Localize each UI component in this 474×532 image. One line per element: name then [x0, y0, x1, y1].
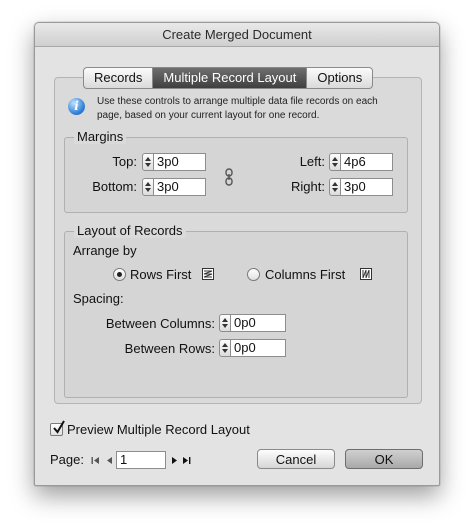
between-rows-input[interactable]: 0p0 [231, 339, 286, 357]
margin-top-field: 3p0 [142, 153, 206, 171]
ok-button[interactable]: OK [345, 449, 423, 469]
info-icon: i [68, 98, 85, 115]
preview-label[interactable]: Preview Multiple Record Layout [67, 422, 250, 437]
columns-first-radio[interactable] [247, 268, 260, 281]
rows-first-label[interactable]: Rows First [130, 267, 191, 282]
margin-top-input[interactable]: 3p0 [154, 153, 206, 171]
tab-records[interactable]: Records [84, 68, 154, 88]
margins-title: Margins [74, 129, 127, 144]
checkmark-icon [53, 420, 65, 434]
previous-page-icon[interactable] [105, 456, 114, 465]
spacing-label: Spacing: [73, 291, 124, 306]
between-columns-label: Between Columns: [105, 316, 215, 331]
layout-of-records-title: Layout of Records [74, 223, 186, 238]
margin-right-stepper[interactable] [329, 178, 341, 196]
chain-link-icon[interactable] [224, 168, 234, 186]
tab-options[interactable]: Options [307, 68, 372, 88]
margins-group [64, 137, 408, 213]
cancel-button[interactable]: Cancel [257, 449, 335, 469]
margin-top-label: Top: [112, 154, 137, 169]
columns-first-icon [360, 268, 372, 280]
margin-top-stepper[interactable] [142, 153, 154, 171]
page-label: Page: [50, 452, 84, 467]
arrange-by-label: Arrange by [73, 243, 137, 258]
page-number-input[interactable]: 1 [116, 451, 166, 469]
rows-first-icon [202, 268, 214, 280]
between-rows-label: Between Rows: [124, 341, 215, 356]
margin-left-stepper[interactable] [329, 153, 341, 171]
between-rows-stepper[interactable] [219, 339, 231, 357]
between-columns-field: 0p0 [219, 314, 286, 332]
next-page-icon[interactable] [170, 456, 179, 465]
tab-multiple-record-layout[interactable]: Multiple Record Layout [153, 68, 308, 88]
between-columns-input[interactable]: 0p0 [231, 314, 286, 332]
window-title: Create Merged Document [35, 23, 439, 47]
margin-bottom-stepper[interactable] [142, 178, 154, 196]
margin-right-input[interactable]: 3p0 [341, 178, 393, 196]
margin-right-field: 3p0 [329, 178, 393, 196]
info-description: Use these controls to arrange multiple d… [97, 96, 378, 121]
margin-bottom-field: 3p0 [142, 178, 206, 196]
between-columns-stepper[interactable] [219, 314, 231, 332]
between-rows-field: 0p0 [219, 339, 286, 357]
margin-bottom-label: Bottom: [92, 179, 137, 194]
preview-checkbox[interactable] [50, 420, 65, 436]
last-page-icon[interactable] [182, 456, 191, 465]
margin-right-label: Right: [291, 179, 325, 194]
margin-left-input[interactable]: 4p6 [341, 153, 393, 171]
columns-first-label[interactable]: Columns First [265, 267, 345, 282]
rows-first-radio[interactable] [113, 268, 126, 281]
margin-left-field: 4p6 [329, 153, 393, 171]
margin-left-label: Left: [299, 154, 325, 169]
first-page-icon[interactable] [91, 456, 100, 465]
margin-bottom-input[interactable]: 3p0 [154, 178, 206, 196]
tab-bar: Records Multiple Record Layout Options [83, 67, 374, 89]
create-merged-document-dialog: Create Merged Document Records Multiple … [34, 22, 440, 486]
